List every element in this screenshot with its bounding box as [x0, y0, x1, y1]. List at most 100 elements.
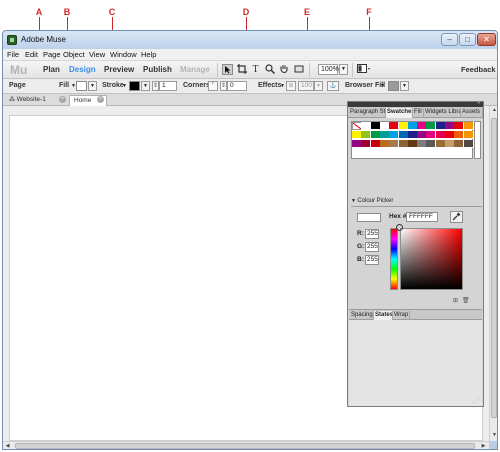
effects-label[interactable]: Effects	[258, 82, 281, 89]
tab-paragraph-styles[interactable]: Paragraph Sty	[349, 108, 386, 118]
menu-object[interactable]: Object	[63, 50, 85, 59]
swatch[interactable]	[463, 140, 474, 148]
mode-manage[interactable]: Manage	[180, 65, 210, 74]
opacity-icon: ⊠	[286, 81, 296, 91]
context-label: Page	[9, 82, 26, 89]
vertical-scroll-thumb[interactable]	[491, 118, 497, 418]
hand-icon[interactable]	[278, 64, 289, 75]
red-label: R:	[357, 230, 364, 237]
crop-icon[interactable]	[236, 64, 247, 75]
mode-publish[interactable]: Publish	[143, 65, 172, 74]
blue-label: B:	[357, 256, 364, 263]
colour-marker[interactable]	[396, 224, 403, 231]
chevron-down-icon[interactable]: ▼	[280, 83, 285, 89]
minimize-button[interactable]: –	[441, 33, 458, 46]
anchor-icon[interactable]: ⚓	[327, 81, 339, 91]
browser-fill-dropdown-icon[interactable]: ▼	[400, 81, 409, 91]
scroll-up-icon[interactable]: ▲	[490, 106, 497, 115]
stepper-icon[interactable]: ⇕	[220, 81, 227, 91]
tab-swatches[interactable]: Swatches	[386, 108, 413, 118]
tab-website-label: Website-1	[16, 96, 46, 103]
corner-radius-field[interactable]: 0	[227, 81, 247, 91]
colour-picker-title: Colour Picker	[357, 198, 394, 204]
menu-page[interactable]: Page	[43, 50, 61, 59]
menu-view[interactable]: View	[89, 50, 105, 59]
rectangle-icon[interactable]	[293, 64, 304, 75]
swatch-scrollbar[interactable]	[474, 121, 481, 159]
mode-preview[interactable]: Preview	[104, 65, 134, 74]
corners-label: Corners	[183, 82, 210, 89]
tab-widgets-library[interactable]: Widgets Libra	[424, 108, 461, 118]
colour-preview	[357, 213, 381, 222]
hue-slider[interactable]	[390, 228, 398, 290]
new-swatch-icon[interactable]: ⊞	[452, 298, 459, 305]
zoom-dropdown-icon[interactable]: ▼	[339, 64, 348, 75]
callout-a: A	[35, 7, 43, 17]
blue-input[interactable]: 255	[365, 255, 379, 265]
stroke-width-field[interactable]: 1	[159, 81, 177, 91]
tab-website[interactable]: ⁂ Website-1	[5, 95, 67, 106]
muse-logo: Mu	[10, 63, 28, 77]
maximize-button[interactable]: □	[459, 33, 476, 46]
sitemap-icon: ⁂	[9, 97, 17, 103]
scroll-left-icon[interactable]: ◀	[3, 442, 12, 449]
stepper-icon[interactable]: ⇕	[152, 81, 159, 91]
fill-swatch[interactable]	[76, 81, 87, 91]
horizontal-scroll-thumb[interactable]	[15, 443, 475, 449]
feedback-button[interactable]: Feedback	[461, 65, 496, 74]
scroll-right-icon[interactable]: ▶	[479, 442, 488, 449]
eyedropper-icon[interactable]	[450, 211, 463, 223]
tab-assets[interactable]: Assets	[461, 108, 483, 118]
menu-file[interactable]: File	[7, 50, 19, 59]
colour-picker-header[interactable]: ▼ Colour Picker	[351, 197, 482, 206]
mode-bar: Mu Plan Design Preview Publish Manage T …	[3, 61, 497, 79]
screen-mode-icon[interactable]	[357, 64, 371, 75]
corner-select-icon[interactable]: ⌜	[208, 81, 218, 91]
scroll-down-icon[interactable]: ▼	[490, 431, 497, 440]
green-label: G:	[357, 243, 365, 250]
swatch[interactable]	[463, 122, 474, 130]
resize-grip-icon[interactable]: ⋰	[473, 397, 479, 404]
tab-fill[interactable]: Fill	[413, 108, 424, 118]
menu-window[interactable]: Window	[110, 50, 137, 59]
pointer-icon[interactable]	[222, 64, 233, 75]
callout-b: B	[63, 7, 71, 17]
mode-design[interactable]: Design	[69, 65, 96, 74]
control-bar: Page Fill ▼ ▼ Stroke ▼ ▼ ⇕ 1 Corners ⌜ ⇕…	[3, 79, 497, 94]
hex-input[interactable]: FFFFFF	[406, 212, 438, 222]
divider	[352, 63, 353, 77]
callout-c: C	[108, 7, 116, 17]
menu-edit[interactable]: Edit	[25, 50, 38, 59]
fill-label[interactable]: Fill	[59, 82, 69, 89]
tab-home-label: Home	[74, 97, 92, 104]
chevron-down-icon[interactable]: ▼	[380, 83, 385, 89]
stroke-label[interactable]: Stroke	[102, 82, 124, 89]
trash-icon[interactable]: 🗑	[462, 298, 470, 305]
vertical-scrollbar[interactable]: ▲ ▼	[489, 106, 497, 441]
browser-fill-swatch[interactable]	[388, 81, 399, 91]
green-input[interactable]: 255	[365, 242, 379, 252]
title-bar[interactable]: Adobe Muse – □ ✕	[3, 31, 497, 49]
chevron-down-icon[interactable]: ▼	[122, 83, 127, 89]
zoom-level-field[interactable]: 100%	[318, 64, 339, 75]
close-icon[interactable]: ×	[97, 96, 104, 103]
panel-tab-bar: Paragraph Sty Swatches Fill Widgets Libr…	[348, 107, 483, 118]
swatch[interactable]	[463, 131, 474, 139]
menu-help[interactable]: Help	[141, 50, 156, 59]
divider	[309, 63, 310, 77]
fill-dropdown-icon[interactable]: ▼	[88, 81, 97, 91]
stroke-swatch[interactable]	[129, 81, 140, 91]
opacity-field[interactable]: 100	[298, 81, 314, 91]
swatch-grid	[351, 121, 474, 159]
saturation-field[interactable]	[400, 228, 463, 290]
red-input[interactable]: 255	[365, 229, 379, 239]
stroke-dropdown-icon[interactable]: ▼	[141, 81, 150, 91]
text-icon[interactable]: T	[250, 64, 261, 75]
close-icon[interactable]: ×	[59, 96, 66, 103]
zoom-icon[interactable]	[264, 64, 275, 75]
mode-plan[interactable]: Plan	[43, 65, 60, 74]
opacity-dropdown-icon[interactable]: ▼	[314, 81, 323, 91]
collapse-icon[interactable]: »	[477, 100, 480, 106]
horizontal-scrollbar[interactable]: ◀ ▶	[3, 441, 489, 449]
close-button[interactable]: ✕	[477, 33, 496, 46]
